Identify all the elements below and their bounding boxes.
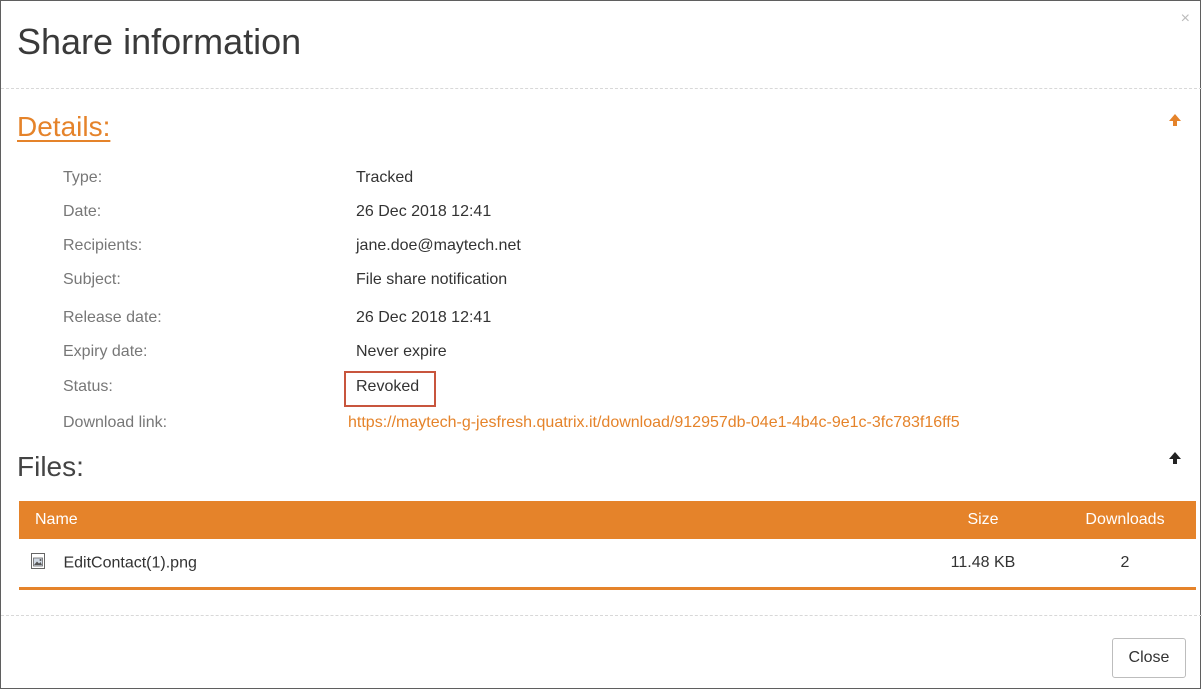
detail-value: Never expire <box>356 343 447 360</box>
collapse-details-arrow-icon[interactable] <box>1168 113 1182 127</box>
detail-value: File share notification <box>356 271 508 288</box>
dialog-title: Share information <box>17 21 302 62</box>
detail-row-status: Status: Revoked <box>1 378 1201 411</box>
close-button[interactable]: Close <box>1112 638 1186 678</box>
detail-value: Tracked <box>356 169 414 186</box>
detail-row-download-link: Download link: https://maytech-g-jesfres… <box>1 414 1201 447</box>
file-name[interactable]: EditContact(1).png <box>63 554 196 571</box>
footer-divider <box>1 615 1202 616</box>
detail-row-type: Type: Tracked <box>1 169 1201 202</box>
column-header-size[interactable]: Size <box>912 501 1054 539</box>
dialog-header: Share information × <box>1 1 1202 89</box>
files-table: Name Size Downloads EditContact(1).png 1… <box>19 501 1196 590</box>
file-name-cell: EditContact(1).png <box>19 539 912 589</box>
status-highlight-box <box>344 371 436 407</box>
detail-value: jane.doe@maytech.net <box>356 237 521 254</box>
detail-label: Download link: <box>63 414 168 431</box>
close-icon[interactable]: × <box>1181 11 1190 27</box>
download-link[interactable]: https://maytech-g-jesfresh.quatrix.it/do… <box>348 414 960 431</box>
detail-row-expiry-date: Expiry date: Never expire <box>1 343 1201 376</box>
detail-label: Recipients: <box>63 237 143 254</box>
detail-label: Subject: <box>63 271 121 288</box>
detail-row-recipients: Recipients: jane.doe@maytech.net <box>1 237 1201 270</box>
detail-label: Date: <box>63 203 102 220</box>
collapse-files-arrow-icon[interactable] <box>1168 451 1182 465</box>
detail-value: 26 Dec 2018 12:41 <box>356 309 492 326</box>
details-section-title[interactable]: Details: <box>17 111 110 143</box>
file-downloads-cell: 2 <box>1120 554 1130 571</box>
detail-label: Type: <box>63 169 103 186</box>
detail-label: Status: <box>63 378 113 395</box>
detail-row-date: Date: 26 Dec 2018 12:41 <box>1 203 1201 236</box>
files-table-header: Name Size Downloads <box>19 501 1196 539</box>
file-size-cell: 11.48 KB <box>950 554 1016 571</box>
share-information-dialog: Share information × Details: Type: Track… <box>0 0 1202 689</box>
detail-value: 26 Dec 2018 12:41 <box>356 203 492 220</box>
column-header-name[interactable]: Name <box>19 501 912 539</box>
detail-label: Expiry date: <box>63 343 148 360</box>
download-link-value: https://maytech-g-jesfresh.quatrix.it/do… <box>348 414 960 432</box>
table-row[interactable]: EditContact(1).png 11.48 KB 2 <box>19 539 1196 589</box>
files-section-title[interactable]: Files: <box>17 451 84 483</box>
column-header-downloads[interactable]: Downloads <box>1054 501 1196 539</box>
detail-label: Release date: <box>63 309 162 326</box>
image-file-icon <box>31 552 45 574</box>
detail-row-release-date: Release date: 26 Dec 2018 12:41 <box>1 309 1201 342</box>
detail-row-subject: Subject: File share notification <box>1 271 1201 304</box>
